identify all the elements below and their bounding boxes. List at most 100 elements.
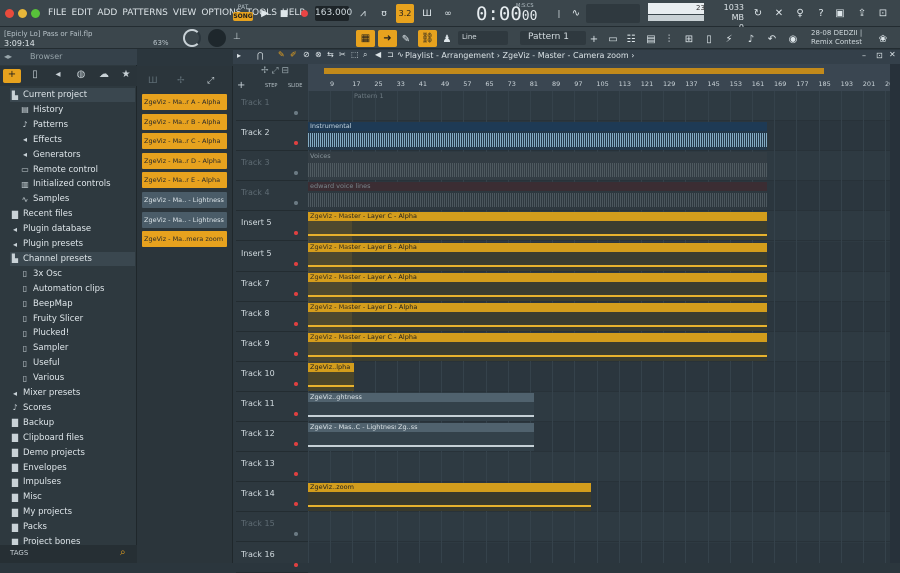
- record-arm-icon[interactable]: [294, 201, 298, 206]
- playlist-clip[interactable]: ZgeViz..ghtness: [308, 393, 534, 421]
- clip-source-item[interactable]: ZgeViz - Ma..r C - Alpha: [142, 133, 227, 150]
- globe-tab-icon[interactable]: ◍: [72, 69, 90, 83]
- browser-item[interactable]: ▇ Backup: [10, 416, 54, 430]
- slip-tool-icon[interactable]: ⇆: [327, 50, 334, 59]
- browser-item[interactable]: ◂ Generators: [20, 148, 81, 162]
- plug-icon[interactable]: ⚡: [722, 30, 736, 49]
- record-arm-icon[interactable]: [294, 381, 298, 386]
- add-track-icon[interactable]: +: [237, 80, 245, 91]
- track-lane[interactable]: [308, 452, 890, 483]
- menu-patterns[interactable]: PATTERNS: [122, 8, 168, 18]
- record-arm-icon[interactable]: [294, 231, 298, 236]
- browser-item[interactable]: ▇ Misc: [10, 490, 42, 504]
- stop-icon[interactable]: ■: [277, 4, 291, 23]
- playlist-clip[interactable]: Zg..ss: [396, 423, 456, 452]
- close-icon[interactable]: ✕: [889, 50, 896, 59]
- slice-tool-icon[interactable]: ✂: [339, 50, 346, 59]
- browser-item[interactable]: ▇ Clipboard files: [10, 431, 84, 445]
- waveform-small-icon[interactable]: ∿: [397, 50, 404, 59]
- pencil-icon[interactable]: ✎: [399, 30, 413, 49]
- browser-item[interactable]: ▙ Channel presets: [10, 251, 135, 266]
- brush-tool-icon[interactable]: ✐: [290, 50, 297, 59]
- track-lane[interactable]: [308, 542, 890, 563]
- minimize-dot-icon[interactable]: [18, 9, 27, 18]
- record-arm-icon[interactable]: [294, 111, 298, 115]
- stamp-icon[interactable]: ♟: [440, 30, 454, 49]
- add-pattern-icon[interactable]: +: [588, 30, 600, 49]
- play-icon[interactable]: ▶: [256, 4, 274, 23]
- maximize-dot-icon[interactable]: [31, 9, 40, 18]
- breadcrumb-2[interactable]: Camera zoom: [573, 51, 629, 60]
- playlist-clip[interactable]: ZgeViz..lpha: [308, 362, 354, 391]
- loop-icon[interactable]: ∞: [440, 4, 456, 23]
- refresh-icon[interactable]: ↻: [750, 4, 766, 23]
- magnet-icon[interactable]: ⋂: [257, 51, 264, 60]
- piano-roll-icon[interactable]: ▭: [606, 30, 620, 49]
- track-header[interactable]: Track 9: [236, 332, 308, 362]
- playlist-clip[interactable]: ZgeViz - Master - Layer B - Alpha: [308, 242, 767, 271]
- browser-item[interactable]: ▯ 3x Osc: [20, 267, 62, 281]
- pencil-tool-icon[interactable]: ✎: [278, 50, 285, 59]
- track-header[interactable]: Track 16: [236, 543, 308, 573]
- record-arm-icon[interactable]: [294, 532, 298, 537]
- slider-icon[interactable]: ⊐: [387, 50, 394, 59]
- playlist-icon[interactable]: ▦: [356, 30, 375, 47]
- track-lane[interactable]: [308, 361, 890, 392]
- breadcrumb-root[interactable]: Playlist - Arrangement: [405, 51, 494, 60]
- browser-item[interactable]: ◂ Plugin database: [10, 222, 91, 236]
- clip-source-item[interactable]: ZgeViz - Ma..r A - Alpha: [142, 94, 227, 110]
- cloud-tab-icon[interactable]: ☁: [95, 69, 113, 83]
- arrow-right-icon[interactable]: ➜: [378, 30, 397, 47]
- menu-add[interactable]: ADD: [97, 8, 117, 18]
- clip-source-item[interactable]: ZgeViz - Ma..r B - Alpha: [142, 113, 227, 130]
- record-arm-icon[interactable]: [294, 321, 298, 326]
- record-arm-icon[interactable]: [294, 502, 298, 507]
- pin-icon[interactable]: ⊥: [233, 32, 241, 42]
- slide-label[interactable]: SLIDE: [288, 83, 302, 89]
- step-seq-icon[interactable]: ▤: [644, 30, 658, 49]
- clip-source-item[interactable]: ZgeViz - Ma.. - Lightness: [142, 211, 227, 228]
- close-dot-icon[interactable]: [5, 9, 14, 18]
- tempo-display[interactable]: 163.000: [315, 6, 352, 21]
- mute-tool-icon[interactable]: ⊗: [315, 50, 322, 59]
- playlist-menu-icon[interactable]: ▸: [237, 51, 241, 60]
- clip-source-item[interactable]: ZgeViz - Ma..r E - Alpha: [142, 172, 227, 189]
- mixer-faders-icon[interactable]: ⫶: [662, 30, 676, 49]
- browser-item[interactable]: ▇ Recent files: [10, 207, 73, 221]
- snap-select[interactable]: Line: [458, 31, 508, 45]
- clip-source-item[interactable]: ZgeViz - Ma..mera zoom: [142, 231, 227, 248]
- online-news-icon[interactable]: ◉: [786, 30, 800, 49]
- playlist-clip[interactable]: ZgeViz - Master - Layer A - Alpha: [308, 272, 767, 301]
- file-new-icon[interactable]: ▯: [702, 30, 716, 49]
- menu-file[interactable]: FILE: [48, 8, 67, 18]
- playlist-clip[interactable]: ZgeViz - Master - Layer C - Alpha: [308, 332, 767, 361]
- help-icon[interactable]: ?: [814, 4, 828, 23]
- record-arm-icon[interactable]: [294, 412, 298, 416]
- track-header[interactable]: Track 14: [236, 482, 308, 513]
- browser-item[interactable]: ▯ Fruity Slicer: [20, 312, 83, 326]
- record-arm-icon[interactable]: [294, 562, 298, 567]
- record-arm-icon[interactable]: [294, 351, 298, 356]
- playlist-clip[interactable]: Pattern 1: [352, 92, 568, 120]
- playlist-grid[interactable]: Pattern 1 Instrumental Voices edward voice …: [308, 91, 890, 563]
- browser-item[interactable]: ▇ Envelopes: [10, 461, 67, 475]
- undo-icon[interactable]: ↶: [765, 30, 779, 49]
- channel-rack-icon[interactable]: ☷: [624, 30, 638, 49]
- track-header[interactable]: Insert 5: [236, 242, 308, 272]
- browser-item[interactable]: ▇ Demo projects: [10, 446, 85, 460]
- browser-item[interactable]: ◂ Mixer presets: [10, 386, 80, 400]
- select-tool-icon[interactable]: ⬚: [351, 50, 359, 59]
- record-arm-icon[interactable]: [294, 171, 298, 176]
- track-header[interactable]: Insert 5: [236, 211, 308, 242]
- track-header[interactable]: Track 7: [236, 272, 308, 302]
- files-tab-icon[interactable]: ▯: [26, 69, 44, 83]
- browser-item[interactable]: ∿ Samples: [20, 192, 70, 206]
- playlist-clip[interactable]: edward voice lines: [308, 182, 767, 211]
- record-arm-icon[interactable]: [294, 261, 298, 266]
- breadcrumb-1[interactable]: ZgeViz - Master: [503, 51, 566, 60]
- record-arm-icon[interactable]: [294, 141, 298, 146]
- track-header[interactable]: Track 3: [236, 151, 308, 182]
- record-arm-icon[interactable]: [294, 472, 298, 477]
- plugins-tab-icon[interactable]: ◂: [49, 69, 67, 83]
- volume-knob[interactable]: [183, 29, 201, 47]
